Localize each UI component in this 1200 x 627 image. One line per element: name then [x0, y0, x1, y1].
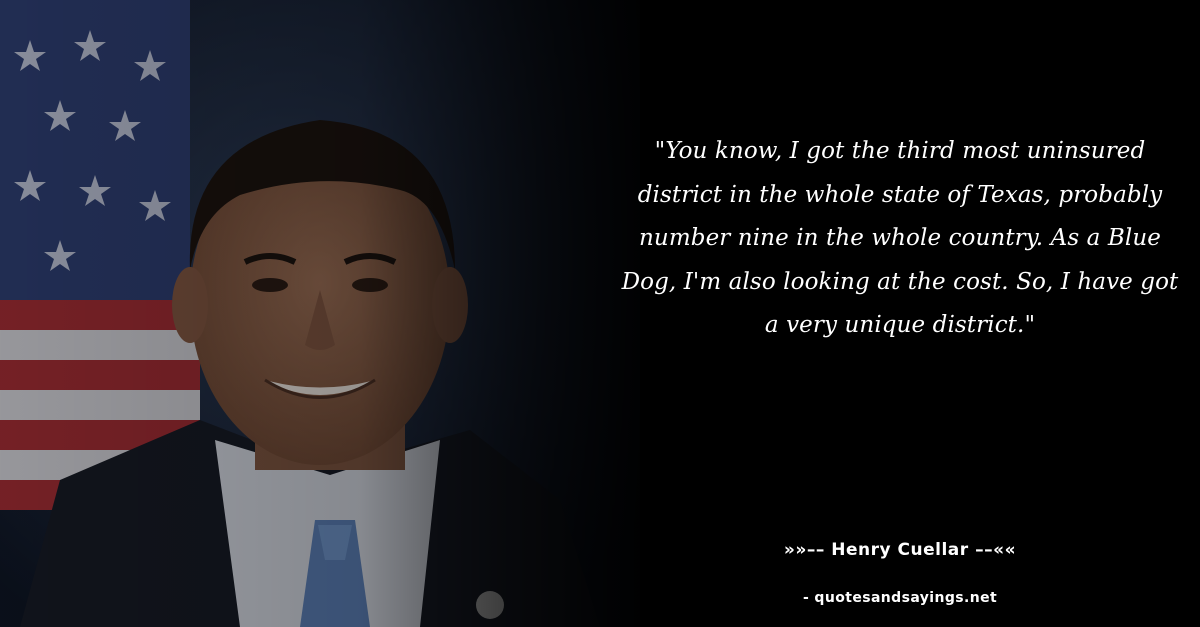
- quote-text: "You know, I got the third most uninsure…: [621, 138, 1179, 338]
- quote-author: »»–– Henry Cuellar ––««: [783, 540, 1017, 560]
- quote-block: "You know, I got the third most uninsure…: [615, 130, 1185, 348]
- site-credit: - quotesandsayings.net: [802, 590, 998, 606]
- speaker-portrait: [0, 0, 640, 627]
